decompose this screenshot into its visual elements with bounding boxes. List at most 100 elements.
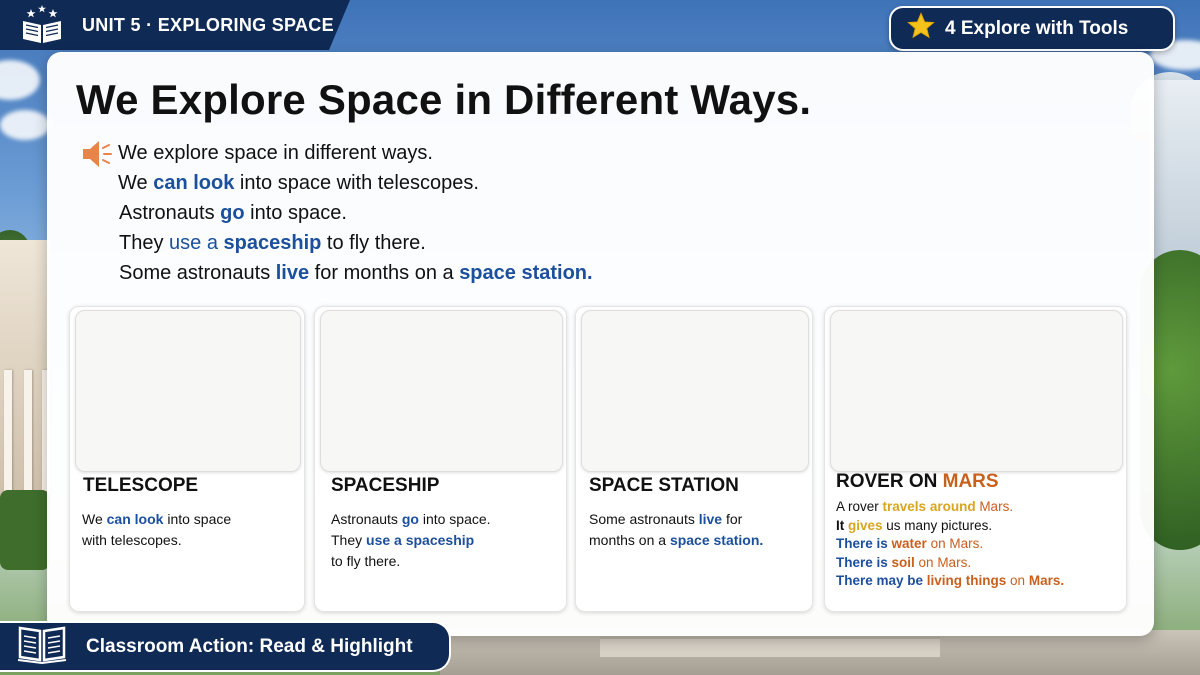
text-segment: SPACE STATION xyxy=(589,475,739,496)
card-title: TELESCOPE xyxy=(83,475,198,497)
mars-rover-image xyxy=(830,310,1123,472)
card-spaceship: SPACESHIP Astronauts go into space. They … xyxy=(314,306,567,612)
highlighted-text: use a xyxy=(366,532,406,548)
text-segment: ROVER ON xyxy=(836,471,943,492)
highlighted-text: Mars. xyxy=(1028,573,1065,588)
text-segment: to fly there. xyxy=(321,232,426,254)
unit-banner: UNIT 5 · EXPLORING SPACE xyxy=(0,0,350,50)
highlighted-text: go xyxy=(401,511,419,527)
highlighted-text: soil xyxy=(891,554,915,570)
card-text-line: They use a spaceship xyxy=(331,530,491,551)
highlighted-text: space station. xyxy=(669,532,764,548)
highlighted-text: use a xyxy=(169,232,224,254)
highlighted-text: can look xyxy=(106,511,164,527)
spaceship-image xyxy=(320,310,563,472)
text-segment: A rover xyxy=(836,499,883,514)
cloud xyxy=(0,110,50,140)
text-segment: for xyxy=(722,511,743,527)
highlighted-text: It xyxy=(836,517,848,533)
text-segment: SPACESHIP xyxy=(331,475,440,496)
star-icon xyxy=(907,12,935,45)
card-space-station: SPACE STATION Some astronauts live for mo… xyxy=(575,306,813,612)
highlighted-text: spaceship xyxy=(405,532,475,548)
text-segment: Astronauts xyxy=(119,202,221,224)
text-segment: We xyxy=(82,511,107,527)
highlighted-text: There is xyxy=(836,536,892,551)
card-text-line: with telescopes. xyxy=(82,530,231,551)
text-segment: with telescopes. xyxy=(82,532,182,548)
sentence-line: Astronauts go into space. xyxy=(118,198,593,228)
highlighted-text: can look xyxy=(153,172,235,194)
sentence-line: Some astronauts live for months on a spa… xyxy=(118,258,593,288)
card-text-line: There is soil on Mars. xyxy=(836,554,1064,573)
highlighted-text: water xyxy=(891,536,927,551)
text-segment: Some astronauts xyxy=(589,511,699,527)
card-telescope: TELESCOPE We can look into space with tel… xyxy=(69,306,305,612)
hedge xyxy=(0,490,50,570)
highlighted-text: living things xyxy=(926,573,1007,588)
highlighted-text: gives xyxy=(848,517,883,533)
highlighted-text: on xyxy=(1006,573,1029,588)
text-segment: months on a xyxy=(589,532,670,548)
classroom-action-banner: Classroom Action: Read & Highlight xyxy=(0,621,451,672)
text-segment: TELESCOPE xyxy=(83,475,199,496)
reading-sentences: We explore space in different ways. We ca… xyxy=(118,138,593,288)
cloud xyxy=(0,60,40,100)
highlighted-text: live xyxy=(275,262,310,284)
open-book-stars-icon xyxy=(20,5,64,45)
card-text-line: Some astronauts live for xyxy=(589,509,763,530)
text-segment: into space. xyxy=(244,202,347,224)
space-station-image xyxy=(581,310,809,472)
card-text-line: A rover travels around Mars. xyxy=(836,498,1064,517)
highlighted-text: live xyxy=(698,511,723,527)
text-segment: us many pictures. xyxy=(882,517,993,533)
tools-label: 4 Explore with Tools xyxy=(945,17,1129,39)
sentence-line: We can look into space with telescopes. xyxy=(118,168,593,198)
card-rover-on-mars: ROVER ON MARS A rover travels around Mar… xyxy=(824,306,1127,612)
card-title: SPACESHIP xyxy=(331,475,439,497)
highlighted-text: go xyxy=(220,202,245,224)
card-text-line: There is water on Mars. xyxy=(836,535,1064,554)
page-title: We Explore Space in Different Ways. xyxy=(76,76,812,123)
card-text-line: There may be living things on Mars. xyxy=(836,572,1064,591)
text-segment: for months on a xyxy=(309,262,460,284)
explore-with-tools-badge[interactable]: 4 Explore with Tools xyxy=(889,6,1175,51)
text-segment: into space with telescopes. xyxy=(234,172,479,194)
card-text-line: to fly there. xyxy=(331,551,491,572)
card-text-line: months on a space station. xyxy=(589,530,763,551)
open-book-icon xyxy=(16,624,68,669)
card-text: A rover travels around Mars. It gives us … xyxy=(836,498,1064,591)
highlighted-text: MARS xyxy=(942,471,999,492)
highlighted-text: on Mars. xyxy=(914,554,972,570)
unit-title: UNIT 5 · EXPLORING SPACE xyxy=(82,14,334,35)
card-text: We can look into space with telescopes. xyxy=(82,509,231,551)
sentence-line: They use a spaceship to fly there. xyxy=(118,228,593,258)
highlighted-text: on Mars. xyxy=(926,536,984,551)
text-segment: to fly there. xyxy=(331,553,401,569)
text-segment: They xyxy=(119,232,170,254)
card-text: Some astronauts live for months on a spac… xyxy=(589,509,763,551)
speaker-icon[interactable] xyxy=(81,138,113,170)
text-segment: They xyxy=(331,532,367,548)
highlighted-text: Mars. xyxy=(975,499,1014,514)
text-segment: We xyxy=(118,172,154,194)
text-segment: into space xyxy=(163,511,232,527)
telescope-image xyxy=(75,310,301,472)
column xyxy=(4,370,12,500)
highlighted-text: space station. xyxy=(459,262,593,284)
plaza-step xyxy=(600,637,940,657)
text-segment: We explore space in different ways. xyxy=(118,142,433,164)
text-segment: Some astronauts xyxy=(119,262,276,284)
card-text-line: Astronauts go into space. xyxy=(331,509,491,530)
highlighted-text: travels around xyxy=(882,499,976,514)
card-text-line: It gives us many pictures. xyxy=(836,517,1064,536)
card-title: SPACE STATION xyxy=(589,475,739,497)
text-segment: into space. xyxy=(418,511,491,527)
card-text-line: We can look into space xyxy=(82,509,231,530)
sentence-line: We explore space in different ways. xyxy=(118,138,593,168)
highlighted-text: There is xyxy=(836,554,892,570)
card-title: ROVER ON MARS xyxy=(836,471,999,493)
content-panel: We Explore Space in Different Ways. We e… xyxy=(47,52,1154,636)
card-text: Astronauts go into space. They use a spac… xyxy=(331,509,491,572)
highlighted-text: There may be xyxy=(836,573,927,588)
